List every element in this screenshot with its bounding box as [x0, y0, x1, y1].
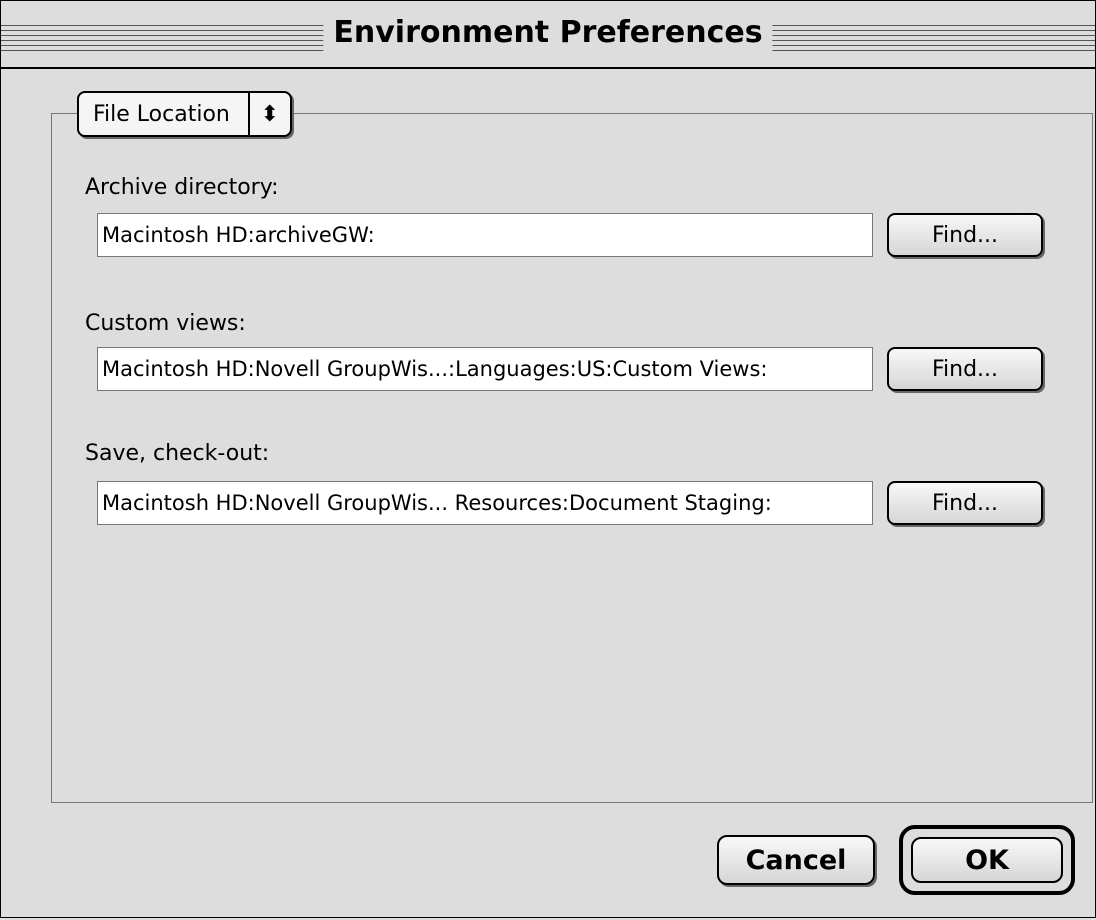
ok-button[interactable]: OK — [911, 837, 1063, 883]
window-title: Environment Preferences — [323, 13, 773, 53]
archive-find-button[interactable]: Find... — [887, 213, 1043, 257]
cancel-button[interactable]: Cancel — [717, 835, 875, 885]
save-checkout-label: Save, check-out: — [85, 441, 270, 466]
category-popup-label: File Location — [93, 101, 230, 127]
custom-views-field[interactable]: Macintosh HD:Novell GroupWis...:Language… — [97, 347, 873, 391]
custom-views-find-button[interactable]: Find... — [887, 347, 1043, 391]
popup-arrows-icon: ⬍ — [247, 93, 290, 135]
custom-views-label: Custom views: — [85, 311, 246, 336]
title-bar[interactable]: Environment Preferences — [1, 1, 1095, 69]
preferences-window: Environment Preferences File Location ⬍ … — [0, 0, 1096, 918]
save-checkout-field[interactable]: Macintosh HD:Novell GroupWis... Resource… — [97, 481, 873, 525]
archive-directory-label: Archive directory: — [85, 175, 279, 200]
archive-directory-field[interactable]: Macintosh HD:archiveGW: — [97, 213, 873, 257]
category-popup[interactable]: File Location ⬍ — [77, 91, 292, 137]
save-checkout-find-button[interactable]: Find... — [887, 481, 1043, 525]
default-button-ring: OK — [899, 825, 1075, 895]
